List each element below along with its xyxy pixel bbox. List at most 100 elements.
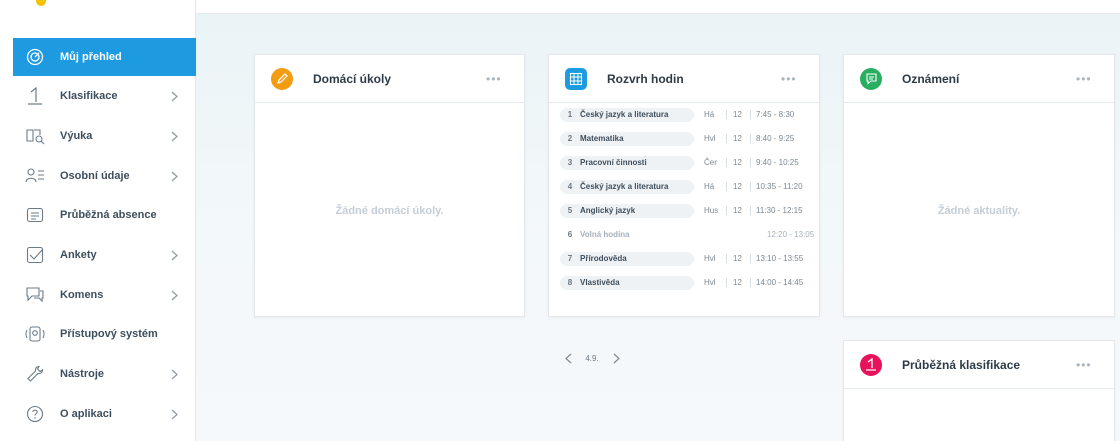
sidebar-item-access-system[interactable]: Přístupový systém (13, 315, 196, 353)
schedule-subject-pill: 6 Volná hodina (560, 228, 694, 242)
sidebar-item-label: Klasifikace (60, 90, 118, 102)
card-header: Oznámení ••• (844, 55, 1114, 103)
sidebar-item-label: Můj přehled (60, 51, 122, 63)
more-options-icon[interactable]: ••• (486, 72, 516, 86)
next-day-button[interactable] (607, 353, 625, 364)
schedule-subject-pill: 1 Český jazyk a literatura (560, 107, 694, 122)
lesson-time: 7:45 - 8:30 (750, 110, 820, 119)
sidebar-item-grades[interactable]: Klasifikace (13, 77, 196, 115)
question-icon (24, 403, 46, 425)
lesson-subject: Matematika (580, 134, 624, 143)
lesson-number: 2 (567, 134, 573, 143)
schedule-row[interactable]: 2 Matematika Hvl 12 8:40 - 9:25 (560, 131, 820, 146)
schedule-subject-pill: 2 Matematika (560, 131, 694, 146)
lesson-subject: Český jazyk a literatura (580, 110, 669, 119)
access-card-icon (24, 323, 46, 345)
sidebar-item-label: Osobní údaje (60, 170, 130, 182)
sidebar-item-komens[interactable]: Komens (13, 276, 196, 314)
card-title: Domácí úkoly (313, 71, 392, 86)
lesson-number: 4 (567, 182, 573, 191)
lesson-teacher: Há (704, 182, 715, 191)
wrench-icon (24, 363, 46, 385)
book-search-icon (24, 125, 46, 147)
schedule-row[interactable]: 1 Český jazyk a literatura Há 12 7:45 - 8:30 (560, 107, 820, 122)
lesson-room: 12 (726, 278, 744, 287)
lesson-time: 10:35 - 11:20 (750, 182, 820, 191)
chevron-right-icon (168, 171, 180, 182)
schedule-date: 4.9. (585, 354, 599, 363)
lesson-room: 12 (726, 158, 744, 167)
sidebar-item-label: O aplikaci (60, 408, 112, 420)
schedule-row[interactable]: 8 Vlastivěda Hvl 12 14:00 - 14:45 (560, 275, 820, 290)
schedule-subject-pill: 4 Český jazyk a literatura (560, 179, 694, 194)
card-title: Průběžná klasifikace (902, 357, 1021, 372)
lesson-teacher: Hus (704, 206, 719, 215)
list-card-icon (24, 204, 46, 226)
checkbox-icon (24, 244, 46, 266)
sidebar-item-teaching[interactable]: Výuka (13, 117, 196, 155)
lesson-subject: Pracovní činnosti (580, 158, 647, 167)
lesson-time: 11:30 - 12:15 (750, 206, 820, 215)
schedule-subject-pill: 7 Přírodověda (560, 251, 694, 266)
sidebar-item-label: Průběžná absence (60, 209, 157, 221)
lesson-time: 14:00 - 14:45 (750, 278, 820, 287)
schedule-subject-pill: 8 Vlastivěda (560, 275, 694, 290)
more-options-icon[interactable]: ••• (781, 72, 811, 86)
schedule-pager: 4.9. (559, 353, 625, 364)
more-options-icon[interactable]: ••• (1076, 358, 1106, 372)
chevron-right-icon (168, 91, 180, 102)
lesson-subject: Český jazyk a literatura (580, 182, 669, 191)
schedule-card: Rozvrh hodin ••• 1 Český jazyk a literatu… (548, 54, 820, 364)
sidebar-item-my-overview[interactable]: Můj přehled (13, 38, 196, 76)
prev-day-button[interactable] (559, 353, 577, 364)
lesson-number: 8 (567, 278, 573, 287)
sidebar: Můj přehled Klasifikace Výuka Osobní úda… (0, 0, 196, 441)
logo-fragment (36, 0, 46, 6)
grade-one-icon (860, 353, 882, 376)
chevron-right-icon (168, 290, 180, 301)
schedule-row[interactable]: 3 Pracovní činnosti Čer 12 9:40 - 10:25 (560, 155, 820, 170)
lesson-number: 7 (567, 254, 573, 263)
lesson-time: 9:40 - 10:25 (750, 158, 820, 167)
homework-card: Domácí úkoly ••• Žádné domácí úkoly. (254, 54, 525, 317)
sidebar-item-label: Nástroje (60, 368, 105, 380)
sidebar-item-tools[interactable]: Nástroje (13, 355, 196, 393)
lesson-subject: Volná hodina (580, 230, 630, 239)
lesson-teacher: Hvl (704, 134, 716, 143)
chevron-right-icon (168, 409, 180, 420)
lesson-room: 12 (726, 110, 744, 119)
card-header: Průběžná klasifikace ••• (844, 341, 1114, 389)
grades-card: Průběžná klasifikace ••• (843, 340, 1115, 441)
sidebar-item-about[interactable]: O aplikaci (13, 395, 196, 433)
sidebar-item-personal-data[interactable]: Osobní údaje (13, 157, 196, 195)
more-options-icon[interactable]: ••• (1076, 72, 1106, 86)
lesson-time: 13:10 - 13:55 (750, 254, 820, 263)
lesson-teacher: Hvl (704, 254, 716, 263)
schedule-row[interactable]: 5 Anglický jazyk Hus 12 11:30 - 12:15 (560, 203, 820, 218)
schedule-icon (565, 67, 587, 90)
chevron-right-icon (168, 369, 180, 380)
lesson-time: 12:20 - 13:05 (767, 230, 815, 239)
lesson-number: 5 (567, 206, 573, 215)
schedule-row[interactable]: 4 Český jazyk a literatura Há 12 10:35 - 11:… (560, 179, 820, 194)
lesson-time: 8:40 - 9:25 (750, 134, 820, 143)
lesson-room: 12 (726, 134, 744, 143)
lesson-subject: Přírodověda (580, 254, 627, 263)
sidebar-item-surveys[interactable]: Ankety (13, 236, 196, 274)
lesson-subject: Vlastivěda (580, 278, 620, 287)
schedule-subject-pill: 5 Anglický jazyk (560, 203, 694, 218)
lesson-number: 6 (567, 230, 573, 239)
sidebar-item-label: Výuka (60, 130, 93, 142)
homework-icon (271, 67, 293, 90)
card-header: Rozvrh hodin ••• (549, 55, 819, 103)
schedule-row[interactable]: 6 Volná hodina 12:20 - 13:05 (560, 227, 826, 242)
schedule-row[interactable]: 7 Přírodověda Hvl 12 13:10 - 13:55 (560, 251, 820, 266)
card-title: Rozvrh hodin (607, 71, 684, 86)
chat-bubbles-icon (24, 284, 46, 306)
lesson-room: 12 (726, 206, 744, 215)
sidebar-item-absence[interactable]: Průběžná absence (13, 196, 196, 234)
sidebar-item-label: Ankety (60, 249, 97, 261)
empty-state-text: Žádné aktuality. (937, 205, 1021, 217)
chevron-right-icon (168, 250, 180, 261)
lesson-room: 12 (726, 254, 744, 263)
